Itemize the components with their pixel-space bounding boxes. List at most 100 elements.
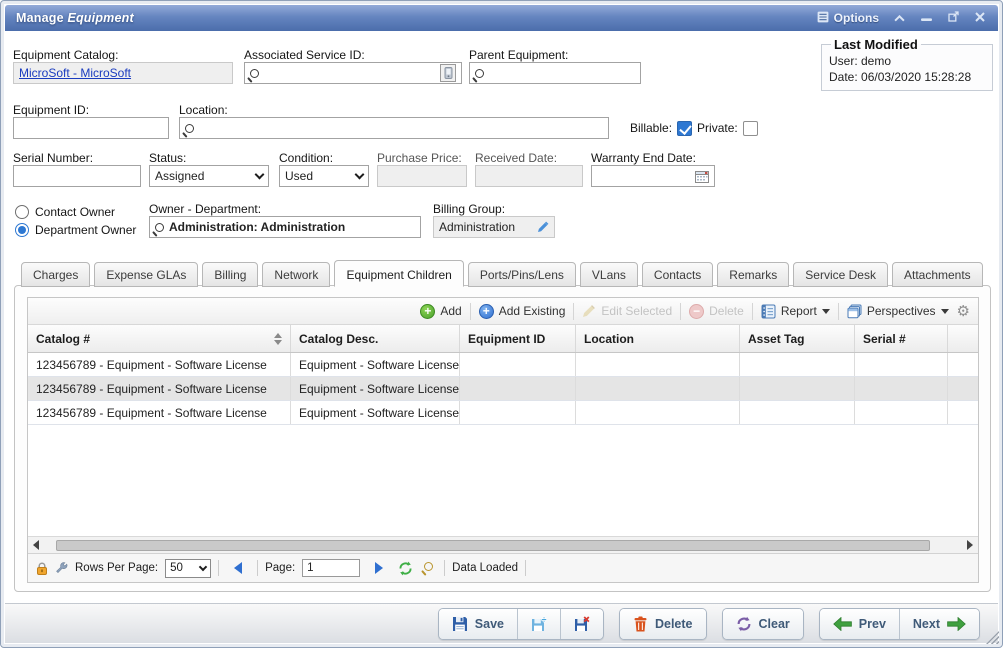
warranty-end-date-input[interactable] xyxy=(597,166,695,186)
parent-equipment-field[interactable] xyxy=(469,62,641,84)
rows-per-page-select[interactable]: 50 xyxy=(165,559,211,578)
options-icon xyxy=(817,11,829,26)
column-header-catalog-desc[interactable]: Catalog Desc. xyxy=(291,325,460,352)
scroll-left-arrow[interactable] xyxy=(28,537,44,553)
last-modified-panel: Last Modified User: demo Date: 06/03/202… xyxy=(821,37,993,91)
column-header-asset-tag[interactable]: Asset Tag xyxy=(740,325,855,352)
rows-per-page-label: Rows Per Page: xyxy=(75,562,158,574)
column-header-location[interactable]: Location xyxy=(576,325,740,352)
cell-location xyxy=(576,353,740,376)
save-and-new-button[interactable] xyxy=(517,609,560,639)
equipment-id-field[interactable] xyxy=(13,117,169,139)
page-number-input[interactable] xyxy=(302,559,360,577)
tab-ports-pins-lens[interactable]: Ports/Pins/Lens xyxy=(468,262,576,287)
prev-page-arrow[interactable] xyxy=(234,562,242,574)
close-button[interactable] xyxy=(973,11,987,25)
tab-remarks[interactable]: Remarks xyxy=(717,262,789,287)
location-input[interactable] xyxy=(199,118,603,138)
tab-billing[interactable]: Billing xyxy=(202,262,258,287)
refresh-icon[interactable] xyxy=(398,561,413,576)
save-button[interactable]: Save xyxy=(439,609,517,639)
tab-charges[interactable]: Charges xyxy=(21,262,90,287)
contact-owner-radio[interactable] xyxy=(15,205,29,219)
warranty-end-date-field[interactable] xyxy=(591,165,715,187)
add-existing-icon: + xyxy=(479,304,494,319)
equipment-id-input[interactable] xyxy=(19,118,163,138)
popout-button[interactable] xyxy=(946,11,960,25)
pager-separator xyxy=(444,560,445,576)
add-button[interactable]: + Add xyxy=(420,304,461,319)
collapse-button[interactable] xyxy=(892,11,906,25)
status-label: Status: xyxy=(149,151,186,165)
column-header-serial[interactable]: Serial # xyxy=(855,325,948,352)
delete-button[interactable]: Delete xyxy=(620,609,706,639)
next-page-arrow[interactable] xyxy=(375,562,383,574)
scroll-right-arrow[interactable] xyxy=(962,537,978,553)
tab-network[interactable]: Network xyxy=(262,262,330,287)
status-select[interactable]: Assigned xyxy=(149,165,269,187)
location-field[interactable] xyxy=(179,117,609,139)
wrench-icon[interactable] xyxy=(55,562,68,575)
warranty-end-date-label: Warranty End Date: xyxy=(591,151,696,165)
cell-serial xyxy=(855,401,948,424)
minimize-icon xyxy=(921,9,932,27)
tab-equipment-children[interactable]: Equipment Children xyxy=(334,260,463,287)
add-existing-button[interactable]: + Add Existing xyxy=(479,304,566,319)
gear-icon[interactable]: ⚙ xyxy=(957,304,970,319)
associated-service-id-input[interactable] xyxy=(264,63,440,83)
sort-icon[interactable] xyxy=(268,333,282,345)
magnifier-icon xyxy=(185,124,194,133)
owner-department-field[interactable]: Administration: Administration xyxy=(149,216,421,238)
billable-checkbox[interactable] xyxy=(677,121,692,136)
tab-attachments[interactable]: Attachments xyxy=(892,262,983,287)
condition-label: Condition: xyxy=(279,151,333,165)
serial-number-input[interactable] xyxy=(19,166,135,186)
table-row[interactable]: 123456789 - Equipment - Software License… xyxy=(28,401,978,425)
next-button[interactable]: Next xyxy=(899,609,979,639)
perspectives-button[interactable]: Perspectives xyxy=(847,304,949,319)
edit-pencil-icon[interactable] xyxy=(537,221,549,233)
device-picker-icon[interactable] xyxy=(440,64,456,82)
parent-equipment-label: Parent Equipment: xyxy=(469,48,568,62)
options-button[interactable]: Options xyxy=(817,11,879,26)
private-checkbox[interactable] xyxy=(743,121,758,136)
chevron-down-icon xyxy=(355,169,365,179)
delete-row-button[interactable]: − Delete xyxy=(689,304,744,319)
clear-button-group: Clear xyxy=(722,608,804,640)
save-button-group: Save xyxy=(438,608,604,640)
tab-service-desk[interactable]: Service Desk xyxy=(793,262,888,287)
pager-separator xyxy=(525,560,526,576)
report-button[interactable]: Report xyxy=(761,304,830,319)
serial-number-field[interactable] xyxy=(13,165,141,187)
private-label: Private: xyxy=(697,121,738,135)
tab-contacts[interactable]: Contacts xyxy=(642,262,713,287)
calendar-icon[interactable] xyxy=(695,170,709,183)
billing-group-field: Administration xyxy=(433,216,555,238)
column-header-equipment-id[interactable]: Equipment ID xyxy=(460,325,576,352)
collapse-icon xyxy=(894,9,905,27)
tab-expense-glas[interactable]: Expense GLAs xyxy=(94,262,198,287)
edit-selected-button[interactable]: Edit Selected xyxy=(582,304,672,318)
equipment-catalog-link[interactable]: MicroSoft - MicroSoft xyxy=(19,66,131,80)
minimize-button[interactable] xyxy=(919,11,933,25)
magnifier-icon xyxy=(475,69,484,78)
left-triangle-icon xyxy=(33,540,39,550)
scrollbar-thumb[interactable] xyxy=(56,540,930,551)
table-row[interactable]: 123456789 - Equipment - Software License… xyxy=(28,353,978,377)
table-row[interactable]: 123456789 - Equipment - Software License… xyxy=(28,377,978,401)
search-icon[interactable] xyxy=(424,562,433,571)
horizontal-scrollbar[interactable] xyxy=(28,536,978,553)
cell-asset-tag xyxy=(740,401,855,424)
tab-vlans[interactable]: VLans xyxy=(580,262,638,287)
column-header-catalog[interactable]: Catalog # xyxy=(28,325,291,352)
clear-button[interactable]: Clear xyxy=(723,609,803,639)
parent-equipment-input[interactable] xyxy=(489,63,635,83)
lock-icon[interactable] xyxy=(36,562,48,575)
associated-service-id-field[interactable] xyxy=(244,62,462,84)
prev-button[interactable]: Prev xyxy=(820,609,899,639)
cell-serial xyxy=(855,377,948,400)
condition-select[interactable]: Used xyxy=(279,165,369,187)
department-owner-radio[interactable] xyxy=(15,223,29,237)
save-and-close-button[interactable] xyxy=(560,609,603,639)
cell-equipment-id xyxy=(460,401,576,424)
